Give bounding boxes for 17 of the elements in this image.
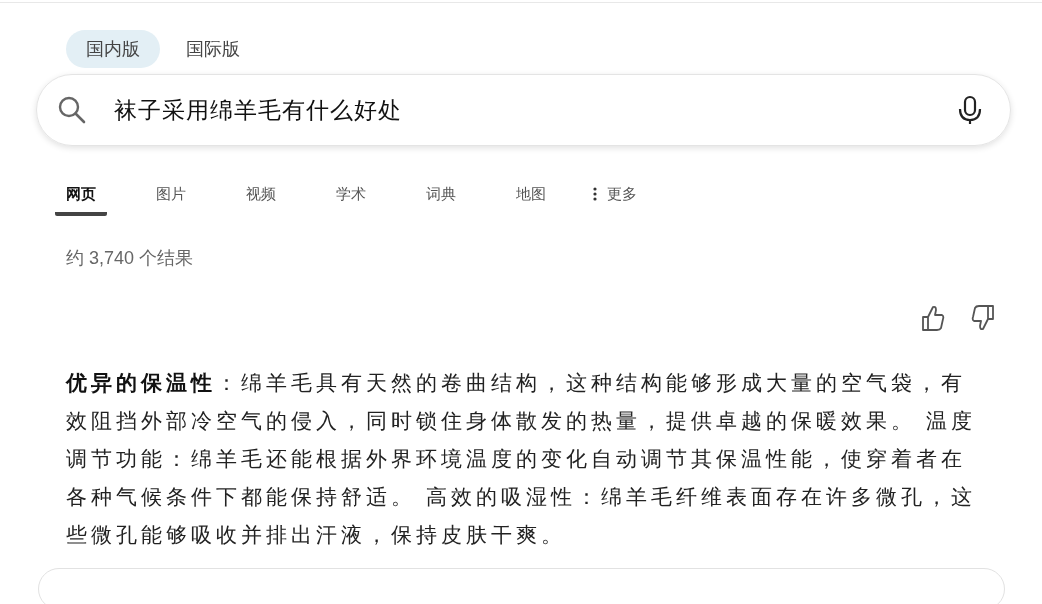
nav-tab[interactable]: 更多	[593, 172, 648, 216]
thumbs-up-icon[interactable]	[921, 304, 945, 332]
nav-tab[interactable]: 图片	[145, 172, 197, 216]
answer-paragraph: 优异的保温性：绵羊毛具有天然的卷曲结构，这种结构能够形成大量的空气袋，有效阻挡外部冷空气的侵入，同时锁住身体散发的热量，提供卓越的保暖效果。 温度调节功能：绵羊毛还能根据外界环境温度的变化自动调节其保温性能，使穿着者在各种气候条件下都能保持舒适。 高效的吸湿性：绵羊毛纤维表面存在许多微孔，这些微孔能够吸收并排出汗液，保持皮肤干爽。	[66, 370, 977, 548]
more-icon	[593, 187, 597, 201]
search-icon	[57, 95, 87, 125]
search-query: 袜子采用绵羊毛有什么好处	[114, 95, 402, 125]
region-tab[interactable]: 国际版	[166, 30, 260, 68]
nav-tab[interactable]: 地图	[505, 172, 557, 216]
thumbs-down-icon[interactable]	[971, 304, 995, 332]
nav-tab[interactable]: 词典	[415, 172, 467, 216]
result-count: 约 3,740 个结果	[66, 247, 195, 270]
region-tab[interactable]: 国内版	[66, 30, 160, 68]
microphone-icon[interactable]	[958, 95, 982, 125]
nav-tab[interactable]: 视频	[235, 172, 287, 216]
nav-tab[interactable]: 网页	[55, 172, 107, 216]
nav-tab[interactable]: 学术	[325, 172, 377, 216]
